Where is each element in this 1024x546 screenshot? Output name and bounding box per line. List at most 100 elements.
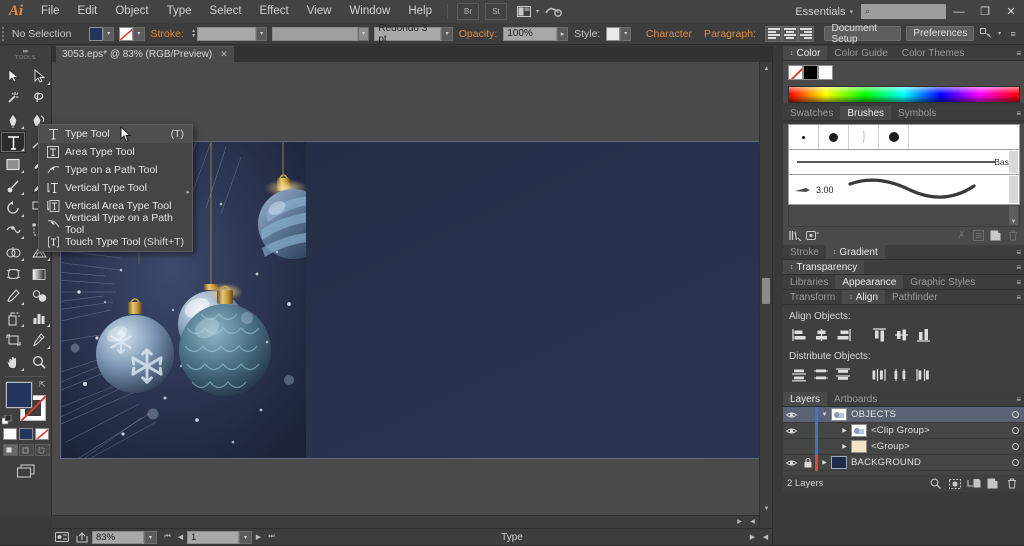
brush-options-icon[interactable] [970, 227, 987, 243]
status-next-icon[interactable]: ▶ [746, 531, 759, 544]
column-graph-tool[interactable] [26, 307, 52, 329]
create-sublayer-icon[interactable] [964, 475, 983, 492]
search-input[interactable]: ⌕ [861, 4, 946, 19]
width-tool[interactable] [0, 219, 26, 241]
arrange-documents-icon[interactable] [513, 3, 535, 20]
minimize-button[interactable]: — [946, 0, 972, 23]
tab-align[interactable]: ↕ Align [842, 290, 885, 304]
stroke-profile-chevron-down-icon[interactable]: ▾ [358, 26, 370, 41]
libraries-panel-icon[interactable] [804, 227, 821, 243]
selection-tool[interactable] [0, 65, 26, 87]
brushes-scroll-down-icon[interactable]: ▼ [1009, 206, 1018, 225]
workspace-switcher[interactable]: Essentials [791, 6, 849, 18]
close-icon[interactable]: ✕ [220, 49, 228, 60]
black-color-swatch[interactable] [803, 65, 818, 80]
table-row[interactable]: ▶ <Clip Group> [783, 422, 1024, 439]
artboard-chevron-down-icon[interactable]: ▾ [239, 530, 252, 544]
new-brush-icon[interactable] [987, 227, 1004, 243]
align-bottom-button[interactable] [913, 326, 933, 343]
align-vertical-center-button[interactable] [891, 326, 911, 343]
layer-name[interactable]: BACKGROUND [851, 457, 1005, 468]
tab-appearance[interactable]: Appearance [835, 275, 904, 289]
select-similar-icon[interactable] [979, 27, 993, 41]
artboard-number-input[interactable]: 1 [187, 530, 239, 544]
document-setup-button[interactable]: Document Setup [824, 23, 902, 45]
dock-collapse-rail[interactable] [773, 46, 783, 545]
lasso-tool[interactable] [26, 87, 52, 109]
tab-brushes[interactable]: Brushes [840, 106, 892, 120]
brush-preset-2[interactable] [819, 125, 849, 149]
layer-visibility-toggle[interactable] [783, 459, 800, 467]
change-screen-mode-button[interactable] [0, 464, 51, 479]
tab-swatches[interactable]: Swatches [783, 106, 840, 120]
stroke-weight-stepper[interactable]: ▲ ▼ [190, 27, 198, 41]
layer-expand-toggle[interactable]: ▶ [838, 443, 851, 450]
stroke-chevron-down-icon[interactable]: ▾ [133, 26, 145, 41]
tab-color[interactable]: ↕ Color [783, 46, 828, 60]
last-artboard-button[interactable]: ⏭ [265, 531, 278, 544]
shape-builder-tool[interactable] [0, 241, 26, 263]
brush-entry-basic[interactable]: Basic [788, 150, 1020, 175]
align-horizontal-center-button[interactable] [811, 326, 831, 343]
none-color-swatch[interactable] [788, 65, 803, 80]
align-left-button[interactable] [765, 25, 782, 42]
layer-lock-toggle[interactable] [800, 457, 815, 468]
distribute-left-button[interactable] [869, 366, 889, 383]
distribute-horizontal-center-button[interactable] [891, 366, 911, 383]
gradient-mode-button[interactable] [19, 428, 33, 440]
character-link[interactable]: Character [640, 28, 698, 40]
brushes-panel-menu-icon[interactable]: ≡ [1016, 109, 1021, 118]
status-prev-icon[interactable]: ◀ [759, 531, 772, 544]
tab-layers[interactable]: Layers [783, 392, 828, 406]
align-center-button[interactable] [781, 25, 799, 42]
layer-expand-toggle[interactable]: ▶ [838, 427, 851, 434]
stroke-weight-chevron-down-icon[interactable]: ▾ [256, 26, 268, 41]
delete-layer-icon[interactable] [1002, 475, 1021, 492]
opacity-input[interactable]: 100% [503, 26, 557, 41]
layer-target-indicator[interactable] [1005, 427, 1024, 434]
tab-stroke[interactable]: Stroke [783, 245, 826, 259]
color-spectrum-ramp[interactable] [788, 86, 1020, 103]
layer-target-indicator[interactable] [1005, 411, 1024, 418]
menu-help[interactable]: Help [399, 0, 441, 23]
layer-name[interactable]: <Clip Group> [871, 425, 1005, 436]
layer-target-indicator[interactable] [1005, 443, 1024, 450]
tab-symbols[interactable]: Symbols [891, 106, 943, 120]
eyedropper-tool[interactable] [0, 285, 26, 307]
scroll-up-icon[interactable]: ▲ [760, 62, 772, 75]
brush-definition-chevron-down-icon[interactable]: ▾ [441, 26, 453, 41]
sync-settings-icon[interactable] [542, 3, 564, 20]
layer-name[interactable]: OBJECTS [851, 409, 1005, 420]
menu-edit[interactable]: Edit [69, 0, 107, 23]
fill-chevron-down-icon[interactable]: ▾ [103, 26, 115, 41]
layers-panel-menu-icon[interactable]: ≡ [1016, 395, 1021, 404]
tab-libraries[interactable]: Libraries [783, 275, 835, 289]
previous-artboard-button[interactable]: ◀ [174, 531, 187, 544]
gradient-tool[interactable] [26, 263, 52, 285]
stroke-swatch[interactable] [119, 26, 134, 41]
flyout-item-area-type-tool[interactable]: Area Type Tool [39, 143, 192, 161]
workspace-chevron-down-icon[interactable]: ▾ [849, 8, 853, 16]
layer-visibility-toggle[interactable] [783, 411, 800, 419]
document-tab[interactable]: 3053.eps* @ 83% (RGB/Preview) ✕ [56, 46, 234, 62]
transparency-panel-menu-icon[interactable]: ≡ [1016, 263, 1021, 272]
tab-color-themes[interactable]: Color Themes [895, 46, 972, 60]
menu-select[interactable]: Select [201, 0, 251, 23]
flyout-item-vertical-type-on-a-path-tool[interactable]: Vertical Type on a Path Tool [39, 212, 192, 236]
tab-artboards[interactable]: Artboards [827, 392, 884, 406]
chevron-down-icon[interactable]: ▾ [536, 8, 539, 15]
layer-name[interactable]: <Group> [871, 441, 1005, 452]
tab-graphic-styles[interactable]: Graphic Styles [903, 275, 982, 289]
align-right-button[interactable] [798, 25, 815, 42]
paragraph-link[interactable]: Paragraph: [698, 28, 762, 40]
fill-color-box[interactable] [5, 381, 33, 409]
tab-transparency[interactable]: ↕ Transparency [783, 260, 865, 274]
blend-tool[interactable] [26, 285, 52, 307]
stock-icon[interactable]: St [485, 3, 507, 20]
artboard-tool[interactable] [0, 329, 26, 351]
none-mode-button[interactable] [35, 428, 49, 440]
make-clipping-mask-icon[interactable] [945, 475, 964, 492]
align-left-button[interactable] [789, 326, 809, 343]
brushes-scrollbar[interactable] [1009, 151, 1018, 173]
delete-brush-icon[interactable] [1004, 227, 1021, 243]
